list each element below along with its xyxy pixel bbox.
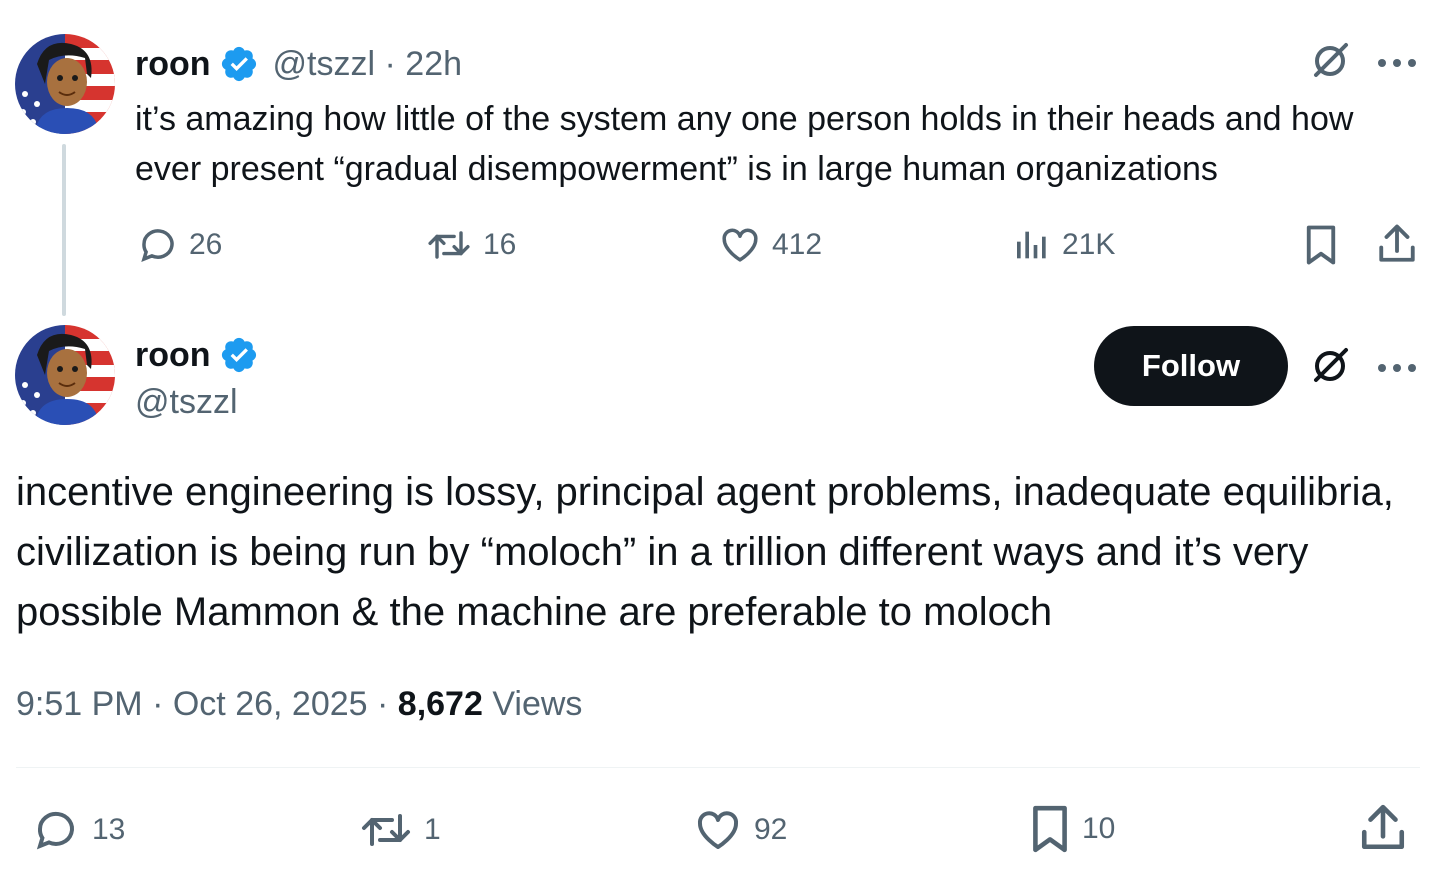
main-author-name-row: roon	[135, 335, 259, 375]
author-name[interactable]: roon	[135, 47, 211, 81]
share-icon[interactable]	[1376, 222, 1418, 271]
meta-separator: ·	[152, 685, 164, 723]
views-icon	[1017, 231, 1046, 259]
grok-icon[interactable]	[1310, 39, 1352, 86]
repost-icon	[362, 814, 410, 846]
meta-separator: ·	[384, 45, 396, 83]
author-handle[interactable]: @tszzl	[273, 45, 376, 83]
divider	[16, 767, 1420, 768]
like-icon	[722, 228, 758, 262]
post-time[interactable]: 9:51 PM	[16, 685, 143, 723]
reply-button[interactable]: 13	[30, 806, 125, 854]
reply-icon	[141, 229, 174, 262]
reply-count: 13	[92, 813, 126, 846]
views-total: 8,672	[397, 685, 483, 723]
avatar[interactable]	[15, 34, 115, 134]
main-tweet-text: incentive engineering is lossy, principa…	[16, 470, 1394, 634]
views-label: Views	[492, 685, 583, 723]
bookmark-button[interactable]: 10	[1028, 804, 1115, 854]
reply-author-row: roon @tszzl · 22h	[135, 44, 462, 84]
avatar[interactable]	[15, 325, 115, 425]
like-icon	[697, 811, 739, 849]
repost-icon	[428, 231, 470, 259]
like-count: 412	[772, 228, 823, 261]
post-time[interactable]: 22h	[405, 45, 462, 83]
author-handle[interactable]: @tszzl	[135, 385, 238, 419]
repost-button[interactable]: 16	[425, 224, 516, 266]
grok-icon[interactable]	[1310, 344, 1352, 391]
like-button[interactable]: 92	[692, 806, 787, 854]
meta-separator: ·	[377, 685, 389, 723]
reply-count: 26	[189, 228, 223, 261]
post-date[interactable]: Oct 26, 2025	[173, 685, 368, 723]
repost-count: 1	[424, 813, 441, 846]
like-button[interactable]: 412	[718, 224, 822, 266]
share-icon[interactable]	[1358, 802, 1408, 859]
verified-badge-icon[interactable]	[219, 335, 259, 375]
more-icon[interactable]	[1378, 55, 1416, 73]
reply-tweet-text: it’s amazing how little of the system an…	[135, 100, 1354, 188]
bookmark-icon[interactable]	[1302, 224, 1340, 271]
verified-badge-icon[interactable]	[219, 44, 259, 84]
repost-count: 16	[483, 228, 517, 261]
reply-button[interactable]: 26	[137, 224, 222, 266]
views-count: 21K	[1062, 228, 1116, 261]
like-count: 92	[754, 813, 788, 846]
thread-connector-line	[62, 144, 66, 316]
author-name[interactable]: roon	[135, 338, 211, 372]
bookmark-count: 10	[1082, 812, 1116, 845]
follow-button[interactable]: Follow	[1094, 326, 1288, 406]
more-icon[interactable]	[1378, 360, 1416, 378]
tweet-meta: 9:51 PM · Oct 26, 2025 · 8,672 Views	[16, 684, 582, 724]
views-button[interactable]: 21K	[1012, 224, 1115, 266]
reply-icon	[36, 811, 74, 850]
bookmark-icon	[1033, 805, 1067, 853]
repost-button[interactable]: 1	[358, 806, 441, 854]
